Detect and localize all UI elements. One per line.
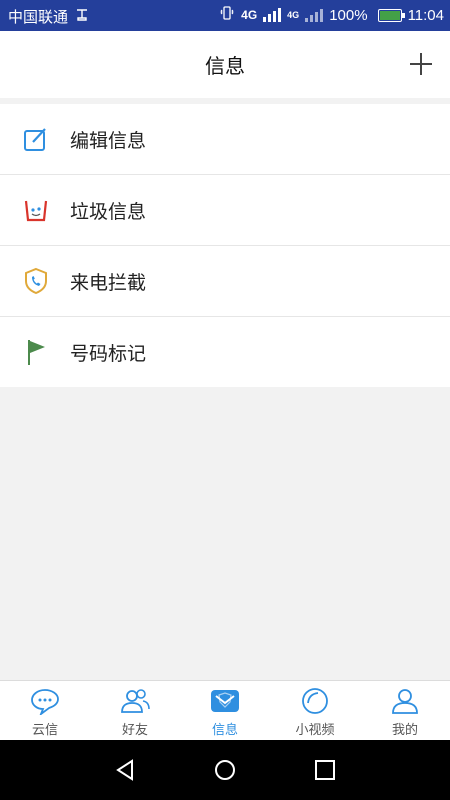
recents-icon[interactable] — [310, 755, 340, 785]
battery-icon — [377, 8, 405, 22]
back-icon[interactable] — [110, 755, 140, 785]
friends-icon — [120, 687, 150, 715]
system-nav-bar — [0, 740, 450, 800]
message-menu: 编辑信息 垃圾信息 来电拦截 号码标记 — [0, 104, 450, 387]
page-title: 信息 — [205, 54, 245, 78]
status-bar: 中国联通 4G 4G 100% 11:04 — [0, 0, 450, 31]
menu-item-spam[interactable]: 垃圾信息 — [0, 175, 450, 246]
add-button[interactable] — [408, 51, 434, 77]
menu-item-label: 编辑信息 — [70, 129, 147, 152]
tab-label: 信息 — [211, 723, 238, 738]
menu-item-number-tag[interactable]: 号码标记 — [0, 317, 450, 387]
tab-mine[interactable]: 我的 — [360, 681, 450, 741]
vibrate-icon — [219, 5, 235, 25]
signal-icon-b — [305, 8, 324, 22]
usb-icon — [74, 8, 90, 26]
menu-item-label: 号码标记 — [70, 342, 147, 365]
menu-item-call-block[interactable]: 来电拦截 — [0, 246, 450, 317]
menu-item-label: 垃圾信息 — [70, 200, 147, 223]
battery-percent: 100% — [329, 6, 368, 24]
tab-label: 好友 — [121, 723, 148, 738]
message-icon — [210, 687, 240, 715]
tab-label: 云信 — [31, 723, 58, 738]
network-type-b: 4G — [287, 10, 300, 20]
tab-label: 我的 — [391, 723, 418, 738]
status-left: 中国联通 — [8, 6, 90, 27]
menu-item-label: 来电拦截 — [70, 271, 147, 294]
flag-icon — [22, 338, 50, 366]
app-header: 信息 — [0, 31, 450, 98]
video-icon — [300, 687, 330, 715]
trash-icon — [22, 196, 50, 224]
chat-bubble-icon — [30, 687, 60, 715]
status-time: 11:04 — [407, 6, 444, 24]
menu-item-edit-message[interactable]: 编辑信息 — [0, 104, 450, 175]
profile-icon — [390, 687, 420, 715]
tab-label: 小视频 — [295, 723, 335, 738]
tab-friends[interactable]: 好友 — [90, 681, 180, 741]
edit-icon — [22, 125, 50, 153]
tab-short-video[interactable]: 小视频 — [270, 681, 360, 741]
tab-cloud-message[interactable]: 云信 — [0, 681, 90, 741]
bottom-tab-bar: 云信 好友 信息 小视频 我的 — [0, 680, 450, 741]
status-right: 4G 4G 100% 11:04 — [219, 5, 444, 25]
network-type-a: 4G — [241, 8, 258, 22]
shield-phone-icon — [22, 267, 50, 295]
home-icon[interactable] — [210, 755, 240, 785]
tab-messages[interactable]: 信息 — [180, 681, 270, 741]
carrier-name: 中国联通 — [8, 9, 69, 26]
signal-icon-a — [263, 8, 282, 22]
